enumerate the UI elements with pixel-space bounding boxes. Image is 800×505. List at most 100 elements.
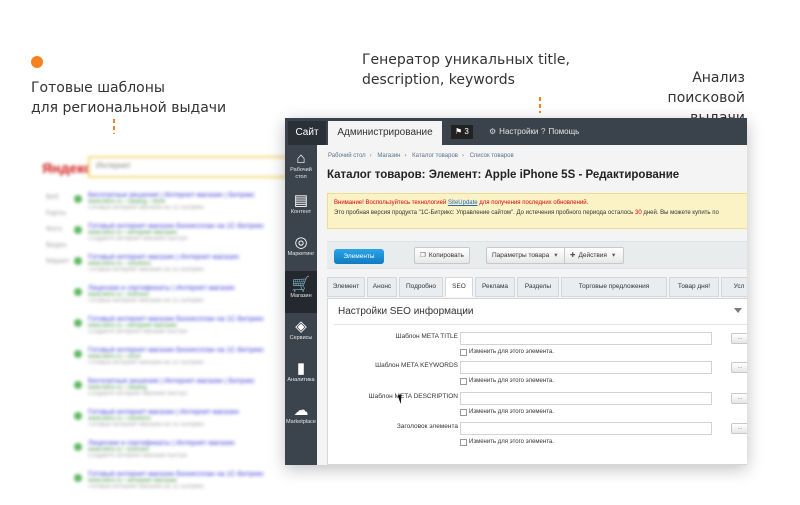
serp-result-item: Готовый интернет-магазин | Интернет-мага… (74, 409, 284, 435)
serp-menu-item: Видео (46, 242, 67, 249)
callout-generator: Генератор уникальных title, description,… (362, 50, 570, 90)
meta-description-override-checkbox[interactable] (460, 409, 467, 416)
site-favicon-icon (74, 381, 82, 389)
serp-results-list: Бесплатные решения | Интернет-магазин | … (74, 192, 284, 502)
chevron-down-icon: ▾ (611, 252, 616, 259)
sidebar-item-analytics[interactable]: ▮ Аналитика (285, 355, 317, 397)
alert-trial-days: 30 (634, 210, 642, 216)
product-params-label: Параметры товара (492, 252, 550, 259)
tab-element[interactable]: Элемент (327, 277, 365, 297)
admin-panel-window: Сайт Администрирование ⚑ 3 ⚙ Настройки ? П… (285, 118, 747, 465)
serp-result-snippet: Готовый интернет-магазин на 1С-Битрикс (88, 298, 205, 304)
tab-more[interactable]: Усл (721, 277, 747, 297)
element-heading-override-checkbox[interactable] (460, 439, 467, 446)
breadcrumb-link[interactable]: Список товаров (470, 153, 514, 159)
breadcrumb-link[interactable]: Рабочий стол (328, 153, 366, 159)
admin-sidebar: ⌂ Рабочий стол ▤ Контент ◎ Маркетинг 🛒 Магаз… (285, 145, 317, 465)
meta-title-override-label: Изменить для этого элемента. (469, 349, 554, 355)
target-icon: ◎ (294, 234, 308, 251)
serp-menu-item: Фото (46, 226, 63, 233)
sidebar-item-services[interactable]: ◈ Сервисы (285, 313, 317, 355)
callout-connector-left (113, 119, 115, 134)
favorite-star-icon[interactable]: ☆ (664, 169, 674, 182)
serp-result-title: Готовый интернет-магазин | Интернет-мага… (88, 409, 239, 416)
tab-announce[interactable]: Анонс (367, 277, 397, 297)
help-label: Помощь (548, 127, 580, 136)
serp-result-item: Готовый интернет-магазин Бизнесплан на 1… (74, 471, 284, 497)
sidebar-item-shop[interactable]: 🛒 Магазин (285, 271, 317, 313)
sidebar-item-marketing[interactable]: ◎ Маркетинг (285, 229, 317, 271)
search-engine-logo: Яндекс (42, 160, 92, 176)
siteupdate-link[interactable]: SiteUpdate (448, 200, 478, 206)
orange-dot-marker (31, 56, 43, 68)
serp-result-title: Бесплатные решения | Интернет-магазин | … (88, 192, 255, 199)
tab-administration[interactable]: Администрирование (328, 121, 442, 145)
cloud-download-icon: ☁ (293, 402, 309, 419)
breadcrumb-link[interactable]: Магазин (377, 153, 400, 159)
tab-product-of-day[interactable]: Товар дня! (669, 277, 719, 297)
serp-result-snippet: Готовый интернет-магазин на 1С-Битрикс (88, 422, 205, 428)
sidebar-item-marketplace[interactable]: ☁ Marketplace (285, 397, 317, 439)
tab-sections[interactable]: Разделы (517, 277, 559, 297)
meta-keywords-options-button[interactable]: ... (731, 362, 747, 373)
document-icon: ▤ (293, 192, 309, 209)
meta-description-input[interactable] (460, 392, 712, 405)
alert-trial-suffix: дней. Вы можете купить по (641, 210, 719, 216)
element-heading-label: Заголовок элемента (396, 423, 458, 430)
elements-back-button[interactable]: Элементы (334, 249, 384, 264)
serp-result-item: Готовый интернет-магазин | Интернет-мага… (74, 254, 284, 280)
collapse-arrow-icon[interactable] (734, 308, 742, 313)
alert-warning-suffix: для получения последних обновлений. (477, 200, 589, 206)
help-button[interactable]: ? Помощь (541, 118, 579, 145)
notifications-count: 3 (464, 127, 469, 136)
serp-result-snippet: Создайте интернет-магазин быстро (88, 329, 188, 335)
bar-chart-icon: ▮ (296, 360, 306, 377)
tab-site[interactable]: Сайт (288, 121, 326, 145)
product-params-button[interactable]: Параметры товара ▾ (486, 247, 567, 264)
settings-button[interactable]: ⚙ Настройки (489, 118, 538, 145)
meta-title-input[interactable] (460, 332, 712, 345)
serp-result-title: Лицензии и сертификаты | Интернет-магази… (88, 285, 235, 292)
tab-ads[interactable]: Реклама (475, 277, 515, 297)
serp-result-snippet: Создайте интернет-магазин быстро (88, 391, 188, 397)
update-alert: Внимание! Воспользуйтесь технологией Sit… (327, 193, 747, 229)
breadcrumb-link[interactable]: Каталог товаров (412, 153, 458, 159)
meta-keywords-input[interactable] (460, 361, 712, 374)
breadcrumb: Рабочий стол › Магазин › Каталог товаров › … (328, 153, 518, 159)
meta-title-override-checkbox[interactable] (460, 349, 467, 356)
admin-main: Рабочий стол › Магазин › Каталог товаров › … (317, 145, 747, 465)
tab-seo[interactable]: SEO (445, 277, 473, 297)
callout-generator-line2: description, keywords (362, 72, 515, 88)
serp-menu-item: Карты (46, 210, 66, 217)
meta-description-options-button[interactable]: ... (731, 393, 747, 404)
serp-result-item: Готовый интернет-магазин Бизнесплан на 1… (74, 223, 284, 249)
tab-trade-offers[interactable]: Торговые предложения (561, 277, 667, 297)
callout-regional-templates: Готовые шаблоны для региональной выдачи (31, 78, 226, 118)
site-favicon-icon (74, 226, 82, 234)
sidebar-item-label: Контент (290, 209, 312, 215)
meta-keywords-override-checkbox[interactable] (460, 378, 467, 385)
serp-result-snippet: Готовый интернет-магазин на 1С-Битрикс (88, 205, 205, 211)
serp-result-item: Готовый интернет-магазин Бизнесплан на 1… (74, 316, 284, 342)
sidebar-item-desktop[interactable]: ⌂ Рабочий стол (285, 145, 317, 187)
sidebar-item-content[interactable]: ▤ Контент (285, 187, 317, 229)
actions-button[interactable]: ✚ Действия ▾ (564, 247, 625, 264)
alert-warning-text: Внимание! Воспользуйтесь технологией (334, 200, 448, 206)
serp-result-title: Готовый интернет-магазин Бизнесплан на 1… (88, 471, 264, 478)
alert-trial-text: Это пробная версия продукта "1С-Битрикс:… (334, 210, 635, 216)
element-heading-input[interactable] (460, 422, 712, 435)
tab-details[interactable]: Подробно (399, 277, 443, 297)
chevron-down-icon: ▾ (554, 252, 558, 259)
serp-result-item: Лицензии и сертификаты | Интернет-магази… (74, 440, 284, 466)
breadcrumb-separator: › (404, 153, 407, 159)
element-heading-options-button[interactable]: ... (731, 423, 747, 434)
serp-result-item: Лицензии и сертификаты | Интернет-магази… (74, 285, 284, 311)
breadcrumb-separator: › (369, 153, 372, 159)
copy-button[interactable]: ❐ Копировать (414, 247, 470, 264)
callout-analysis-line1: Анализ поисковой (667, 70, 745, 106)
site-favicon-icon (74, 350, 82, 358)
notifications-button[interactable]: ⚑ 3 (451, 125, 473, 139)
meta-title-options-button[interactable]: ... (731, 333, 747, 344)
serp-result-title: Готовый интернет-магазин Бизнесплан на 1… (88, 223, 264, 230)
serp-search-input: Интернет (88, 156, 288, 178)
